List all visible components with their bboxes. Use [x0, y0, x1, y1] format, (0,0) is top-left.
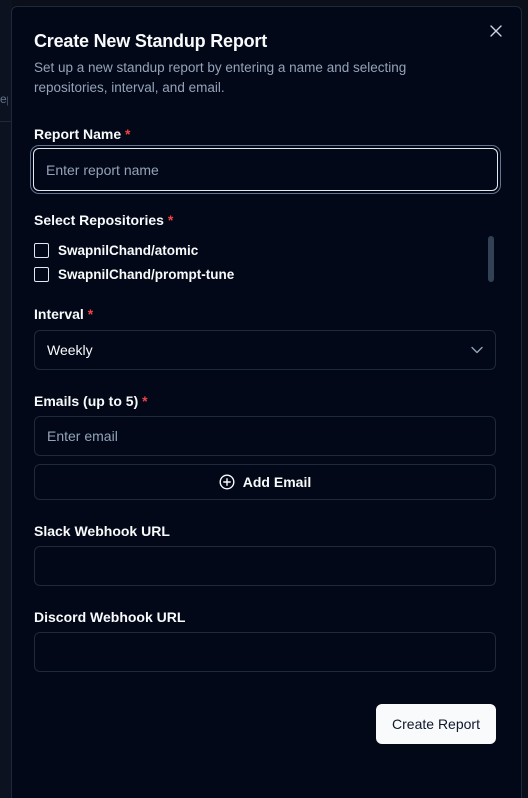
chevron-down-icon [471, 346, 483, 354]
add-email-button[interactable]: Add Email [34, 464, 496, 500]
close-icon [490, 25, 502, 37]
required-marker: * [87, 306, 94, 322]
slack-webhook-input[interactable] [34, 546, 496, 586]
dialog-title: Create New Standup Report [34, 31, 268, 51]
report-name-input[interactable] [33, 148, 498, 191]
required-marker: * [167, 212, 174, 228]
discord-webhook-label: Discord Webhook URL [34, 609, 186, 625]
repositories-label: Select Repositories * [34, 212, 174, 228]
emails-label: Emails (up to 5) * [34, 393, 148, 409]
required-marker: * [125, 126, 131, 142]
repositories-scrollbar[interactable] [488, 236, 494, 282]
checkbox[interactable] [34, 243, 49, 258]
repo-checkbox-item[interactable]: SwapnilChand/prompt-tune [34, 267, 234, 282]
interval-label: Interval * [34, 306, 94, 322]
checkbox[interactable] [34, 267, 49, 282]
interval-select[interactable]: Weekly [34, 330, 496, 370]
repo-label: SwapnilChand/prompt-tune [58, 267, 235, 282]
slack-webhook-label: Slack Webhook URL [34, 523, 170, 539]
dialog-subtitle: Set up a new standup report by entering … [34, 60, 407, 95]
create-report-dialog: Create New Standup Report Set up a new s… [11, 6, 522, 798]
email-input[interactable] [34, 416, 496, 456]
create-report-button[interactable]: Create Report [376, 704, 496, 744]
close-button[interactable] [487, 22, 505, 40]
interval-value: Weekly [47, 342, 93, 358]
discord-webhook-input[interactable] [34, 632, 496, 672]
backdrop-text-fragment: epo [0, 92, 8, 106]
repo-label: SwapnilChand/atomic [58, 243, 199, 258]
report-name-label: Report Name * [34, 126, 131, 142]
plus-circle-icon [219, 474, 235, 490]
add-email-label: Add Email [242, 474, 312, 490]
repo-checkbox-item[interactable]: SwapnilChand/atomic [34, 243, 198, 258]
required-marker: * [142, 393, 148, 409]
